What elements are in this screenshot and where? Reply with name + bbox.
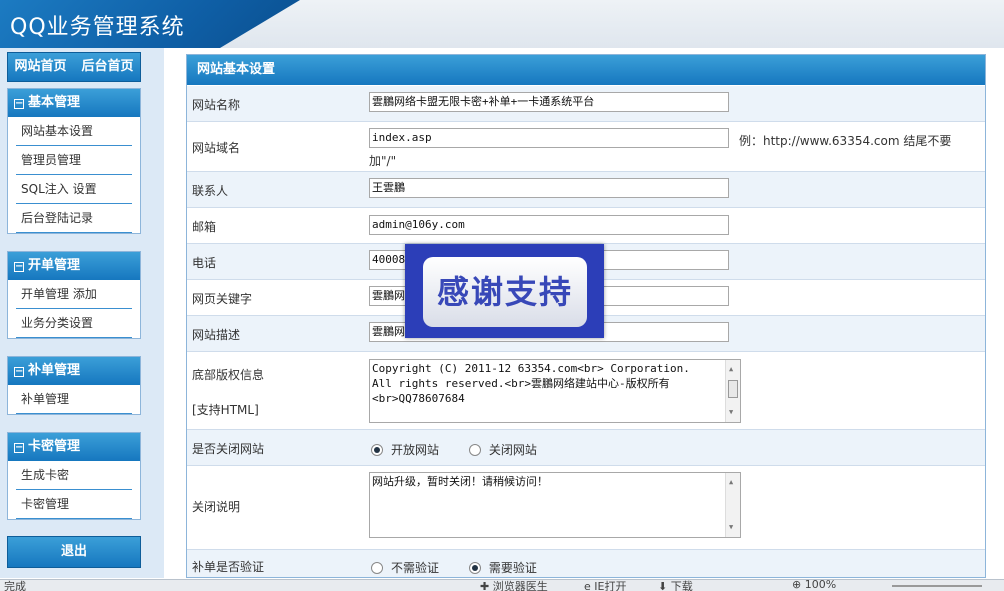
browser-statusbar: 完成 ✚ 浏览器医生 e IE打开 ⬇ 下载 ⊕ 100% — [0, 579, 1004, 591]
field-label: 网页关键字 — [192, 292, 253, 306]
menu-item-order-add[interactable]: 开单管理 添加 — [8, 280, 140, 309]
menu-item-sql-inject[interactable]: SQL注入 设置 — [8, 175, 140, 204]
app-title: QQ业务管理系统 — [10, 15, 185, 40]
scroll-down-icon[interactable]: ▼ — [729, 405, 733, 420]
scroll-thumb[interactable] — [728, 380, 738, 398]
field-label: 网站名称 — [192, 98, 241, 112]
domain-hint: 例：http://www.63354.com 结尾不要 — [739, 134, 952, 148]
menu-group-order: − 开单管理 开单管理 添加 业务分类设置 — [7, 251, 141, 339]
status-text: 完成 — [4, 580, 26, 591]
app-header: QQ业务管理系统 — [0, 0, 1004, 48]
field-label: 是否关闭网站 — [192, 442, 265, 456]
collapse-icon[interactable]: − — [14, 367, 24, 377]
scroll-down-icon[interactable]: ▼ — [729, 520, 733, 535]
row-site-name: 网站名称 雲鵬网络卡盟无限卡密+补单+一卡通系统平台 — [187, 86, 985, 122]
field-label: 电话 — [192, 256, 217, 270]
field-label: 网站描述 — [192, 328, 241, 342]
collapse-icon[interactable]: − — [14, 443, 24, 453]
textarea-scrollbar[interactable]: ▲ ▼ — [725, 473, 740, 537]
field-label: 网站域名 — [192, 141, 241, 155]
email-input[interactable]: admin@106y.com — [369, 215, 729, 235]
radio-close-site[interactable] — [468, 444, 481, 456]
field-label: 补单是否验证 — [192, 560, 265, 574]
site-closed-radios: 开放网站 关闭网站 — [371, 441, 563, 458]
row-order-verify: 补单是否验证 不需验证 需要验证 — [187, 550, 985, 577]
domain-hint-suffix: 加"/" — [369, 154, 397, 168]
menu-title-order[interactable]: − 开单管理 — [8, 252, 140, 280]
menu-item-category[interactable]: 业务分类设置 — [8, 309, 140, 338]
radio-open-site[interactable] — [371, 444, 383, 456]
menu-item-admin-manage[interactable]: 管理员管理 — [8, 146, 140, 175]
thanks-text: 感谢支持 — [423, 257, 587, 327]
site-name-input[interactable]: 雲鵬网络卡盟无限卡密+补单+一卡通系统平台 — [369, 92, 729, 112]
menu-item-card-manage[interactable]: 卡密管理 — [8, 490, 140, 519]
radio-need-verify[interactable] — [468, 562, 481, 574]
menu-title-basic[interactable]: − 基本管理 — [8, 89, 140, 117]
collapse-icon[interactable]: − — [14, 99, 24, 109]
ie-open-item[interactable]: e IE打开 — [584, 580, 626, 591]
order-verify-radios: 不需验证 需要验证 — [371, 559, 563, 576]
field-label: 邮箱 — [192, 220, 217, 234]
sidebar: 网站首页 后台首页 − 基本管理 网站基本设置 管理员管理 SQL注入 设置 后台… — [0, 48, 164, 578]
row-site-domain: 网站域名 index.asp 例：http://www.63354.com 结尾… — [187, 122, 985, 172]
panel-title: 网站基本设置 — [187, 55, 985, 85]
admin-home-link[interactable]: 后台首页 — [82, 59, 134, 74]
menu-item-login-log[interactable]: 后台登陆记录 — [8, 204, 140, 233]
menu-group-reissue: − 补单管理 补单管理 — [7, 356, 141, 415]
textarea-scrollbar[interactable]: ▲ ▼ — [725, 360, 740, 422]
thanks-overlay: 感谢支持 — [405, 244, 604, 338]
field-label: 联系人 — [192, 184, 229, 198]
html-support-label: [支持HTML] — [192, 403, 259, 417]
menu-item-reissue[interactable]: 补单管理 — [8, 385, 140, 414]
browser-doctor-item[interactable]: ✚ 浏览器医生 — [480, 580, 548, 591]
scroll-up-icon[interactable]: ▲ — [729, 475, 733, 490]
row-copyright: 底部版权信息 [支持HTML] Copyright (C) 2011-12 63… — [187, 352, 985, 430]
zoom-level[interactable]: ⊕ 100% — [792, 580, 836, 591]
contact-input[interactable]: 王雲鵬 — [369, 178, 729, 198]
close-note-textarea[interactable]: 网站升级，暂时关闭！请稍候访问！ ▲ ▼ — [369, 472, 741, 538]
zoom-slider[interactable] — [892, 585, 982, 587]
download-item[interactable]: ⬇ 下载 — [658, 580, 693, 591]
menu-item-site-settings[interactable]: 网站基本设置 — [8, 117, 140, 146]
collapse-icon[interactable]: − — [14, 262, 24, 272]
menu-item-generate-card[interactable]: 生成卡密 — [8, 461, 140, 490]
scroll-up-icon[interactable]: ▲ — [729, 362, 733, 377]
row-close-note: 关闭说明 网站升级，暂时关闭！请稍候访问！ ▲ ▼ — [187, 466, 985, 550]
top-nav: 网站首页 后台首页 — [7, 52, 141, 82]
menu-group-card: − 卡密管理 生成卡密 卡密管理 — [7, 432, 141, 520]
copyright-textarea[interactable]: Copyright (C) 2011-12 63354.com<br> Corp… — [369, 359, 741, 423]
menu-title-card[interactable]: − 卡密管理 — [8, 433, 140, 461]
site-domain-input[interactable]: index.asp — [369, 128, 729, 148]
field-label: 关闭说明 — [192, 500, 241, 514]
site-home-link[interactable]: 网站首页 — [14, 59, 66, 74]
row-site-closed: 是否关闭网站 开放网站 关闭网站 — [187, 430, 985, 466]
field-label: 底部版权信息 — [192, 368, 265, 382]
exit-button[interactable]: 退出 — [7, 536, 141, 568]
menu-title-reissue[interactable]: − 补单管理 — [8, 357, 140, 385]
menu-group-basic: − 基本管理 网站基本设置 管理员管理 SQL注入 设置 后台登陆记录 — [7, 88, 141, 234]
row-contact: 联系人 王雲鵬 — [187, 172, 985, 208]
row-email: 邮箱 admin@106y.com — [187, 208, 985, 244]
radio-no-verify[interactable] — [371, 562, 383, 574]
